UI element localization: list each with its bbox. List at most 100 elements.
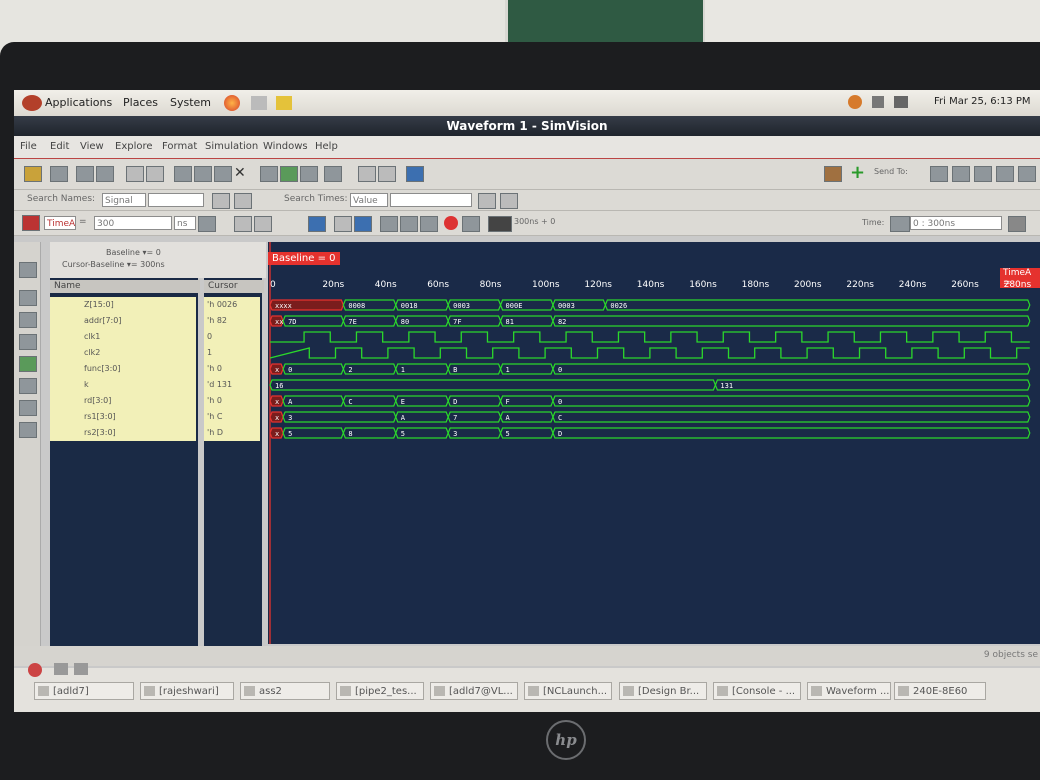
menu-format[interactable]: Format xyxy=(162,141,197,152)
clock[interactable]: Fri Mar 25, 6:13 PM xyxy=(934,96,1031,107)
time-value-input[interactable]: 300 xyxy=(94,216,172,230)
taskbar-button[interactable]: ass2 xyxy=(240,682,330,700)
menu-explore[interactable]: Explore xyxy=(115,141,153,152)
package-icon[interactable] xyxy=(824,166,842,182)
search-next-icon[interactable] xyxy=(234,193,252,209)
taskbar-button[interactable]: [Console - ... xyxy=(713,682,801,700)
menu-system[interactable]: System xyxy=(170,96,211,109)
volume-icon[interactable] xyxy=(872,96,884,108)
menu-edit[interactable]: Edit xyxy=(50,141,69,152)
taskbar-button[interactable]: Waveform ... xyxy=(807,682,891,700)
menu-simulation[interactable]: Simulation xyxy=(205,141,258,152)
update-icon[interactable] xyxy=(848,95,862,109)
step-icon[interactable] xyxy=(334,216,352,232)
name-column-header[interactable]: Name xyxy=(50,280,200,293)
tool-8-icon[interactable] xyxy=(19,422,37,438)
taskbar-button[interactable]: 240E-8E60 xyxy=(894,682,986,700)
taskbar-icon-3[interactable] xyxy=(74,663,88,675)
goto-icon[interactable] xyxy=(198,216,216,232)
redo-icon[interactable] xyxy=(146,166,164,182)
taskbar-button[interactable]: [adld7] xyxy=(34,682,134,700)
sendto-memory-icon[interactable] xyxy=(1018,166,1036,182)
edit-icon[interactable] xyxy=(276,96,292,110)
sendto-design-icon[interactable] xyxy=(974,166,992,182)
cursor-column-header[interactable]: Cursor xyxy=(204,280,264,293)
tool-5-icon[interactable] xyxy=(19,356,37,372)
bus-segment[interactable] xyxy=(552,395,1031,407)
sendto-schematic-icon[interactable] xyxy=(930,166,948,182)
time-range-icon[interactable] xyxy=(890,216,910,232)
delete-icon[interactable]: ✕ xyxy=(234,165,246,181)
time-unit-select[interactable]: ns xyxy=(174,216,196,230)
next-step-icon[interactable] xyxy=(380,216,398,232)
db2-icon[interactable] xyxy=(96,166,114,182)
taskbar-button[interactable]: [rajeshwari] xyxy=(140,682,234,700)
signal-name[interactable]: clk2 xyxy=(50,345,196,361)
search-names-input[interactable] xyxy=(148,193,204,207)
rewind-icon[interactable] xyxy=(354,216,372,232)
signal-name[interactable]: addr[7:0] xyxy=(50,313,196,329)
breakpoint-icon[interactable] xyxy=(462,216,480,232)
sendto-source-icon[interactable] xyxy=(952,166,970,182)
firefox-icon[interactable] xyxy=(224,95,240,111)
signal-name[interactable]: Z[15:0] xyxy=(50,297,196,313)
taskbar-icon-2[interactable] xyxy=(54,663,68,675)
tool-1-icon[interactable] xyxy=(19,262,37,278)
search-prev-icon[interactable] xyxy=(212,193,230,209)
bus-segment[interactable] xyxy=(604,299,1031,311)
clock-trace[interactable] xyxy=(270,331,1030,343)
menu-view[interactable]: View xyxy=(80,141,104,152)
step-into-icon[interactable] xyxy=(400,216,418,232)
db-icon[interactable] xyxy=(76,166,94,182)
taskbar-button[interactable]: [Design Br... xyxy=(619,682,707,700)
taskbar-button[interactable]: [adld7@VL... xyxy=(430,682,518,700)
clock-trace[interactable] xyxy=(269,347,1030,359)
time-range-input[interactable]: 0 : 300ns xyxy=(910,216,1002,230)
signal-name[interactable]: func[3:0] xyxy=(50,361,196,377)
signal-icon[interactable] xyxy=(280,166,298,182)
signal-name[interactable]: clk1 xyxy=(50,329,196,345)
save-icon[interactable] xyxy=(50,166,68,182)
signal-name[interactable]: rs1[3:0] xyxy=(50,409,196,425)
add-icon[interactable]: + xyxy=(850,162,865,183)
menu-places[interactable]: Places xyxy=(123,96,158,109)
cut-icon[interactable] xyxy=(174,166,192,182)
fit-icon[interactable] xyxy=(378,166,396,182)
signal-name[interactable]: rs2[3:0] xyxy=(50,425,196,441)
times-next-icon[interactable] xyxy=(500,193,518,209)
tool-6-icon[interactable] xyxy=(19,378,37,394)
signal-name[interactable]: k xyxy=(50,377,196,393)
next-edge-icon[interactable] xyxy=(254,216,272,232)
menu-windows[interactable]: Windows xyxy=(263,141,308,152)
group-icon[interactable] xyxy=(260,166,278,182)
search-names-type[interactable]: Signal xyxy=(102,193,146,207)
tool-2-icon[interactable] xyxy=(19,290,37,306)
taskbar-button[interactable]: [NCLaunch... xyxy=(524,682,612,700)
paste-icon[interactable] xyxy=(214,166,232,182)
search-times-type[interactable]: Value xyxy=(350,193,388,207)
copy-icon[interactable] xyxy=(194,166,212,182)
prev-edge-icon[interactable] xyxy=(234,216,252,232)
menu-file[interactable]: File xyxy=(20,141,37,152)
stop-icon[interactable] xyxy=(444,216,458,230)
network-icon[interactable] xyxy=(894,96,908,108)
run-icon[interactable] xyxy=(308,216,326,232)
step-out-icon[interactable] xyxy=(420,216,438,232)
bus-segment[interactable] xyxy=(714,379,1031,391)
bus-segment[interactable] xyxy=(552,363,1031,375)
tool-7-icon[interactable] xyxy=(19,400,37,416)
times-prev-icon[interactable] xyxy=(478,193,496,209)
tool-3-icon[interactable] xyxy=(19,312,37,328)
sendto-register-icon[interactable] xyxy=(996,166,1014,182)
menu-applications[interactable]: Applications xyxy=(45,96,112,109)
zoom-icon[interactable] xyxy=(358,166,376,182)
tool-4-icon[interactable] xyxy=(19,334,37,350)
gnome-foot-icon[interactable] xyxy=(22,95,42,111)
open-icon[interactable] xyxy=(24,166,42,182)
taskbar-menu-icon[interactable] xyxy=(28,663,42,677)
marker-icon[interactable] xyxy=(324,166,342,182)
bus-segment[interactable] xyxy=(552,315,1031,327)
time-marker-select[interactable]: TimeA xyxy=(44,216,76,230)
menu-help[interactable]: Help xyxy=(315,141,338,152)
bus-icon[interactable] xyxy=(300,166,318,182)
